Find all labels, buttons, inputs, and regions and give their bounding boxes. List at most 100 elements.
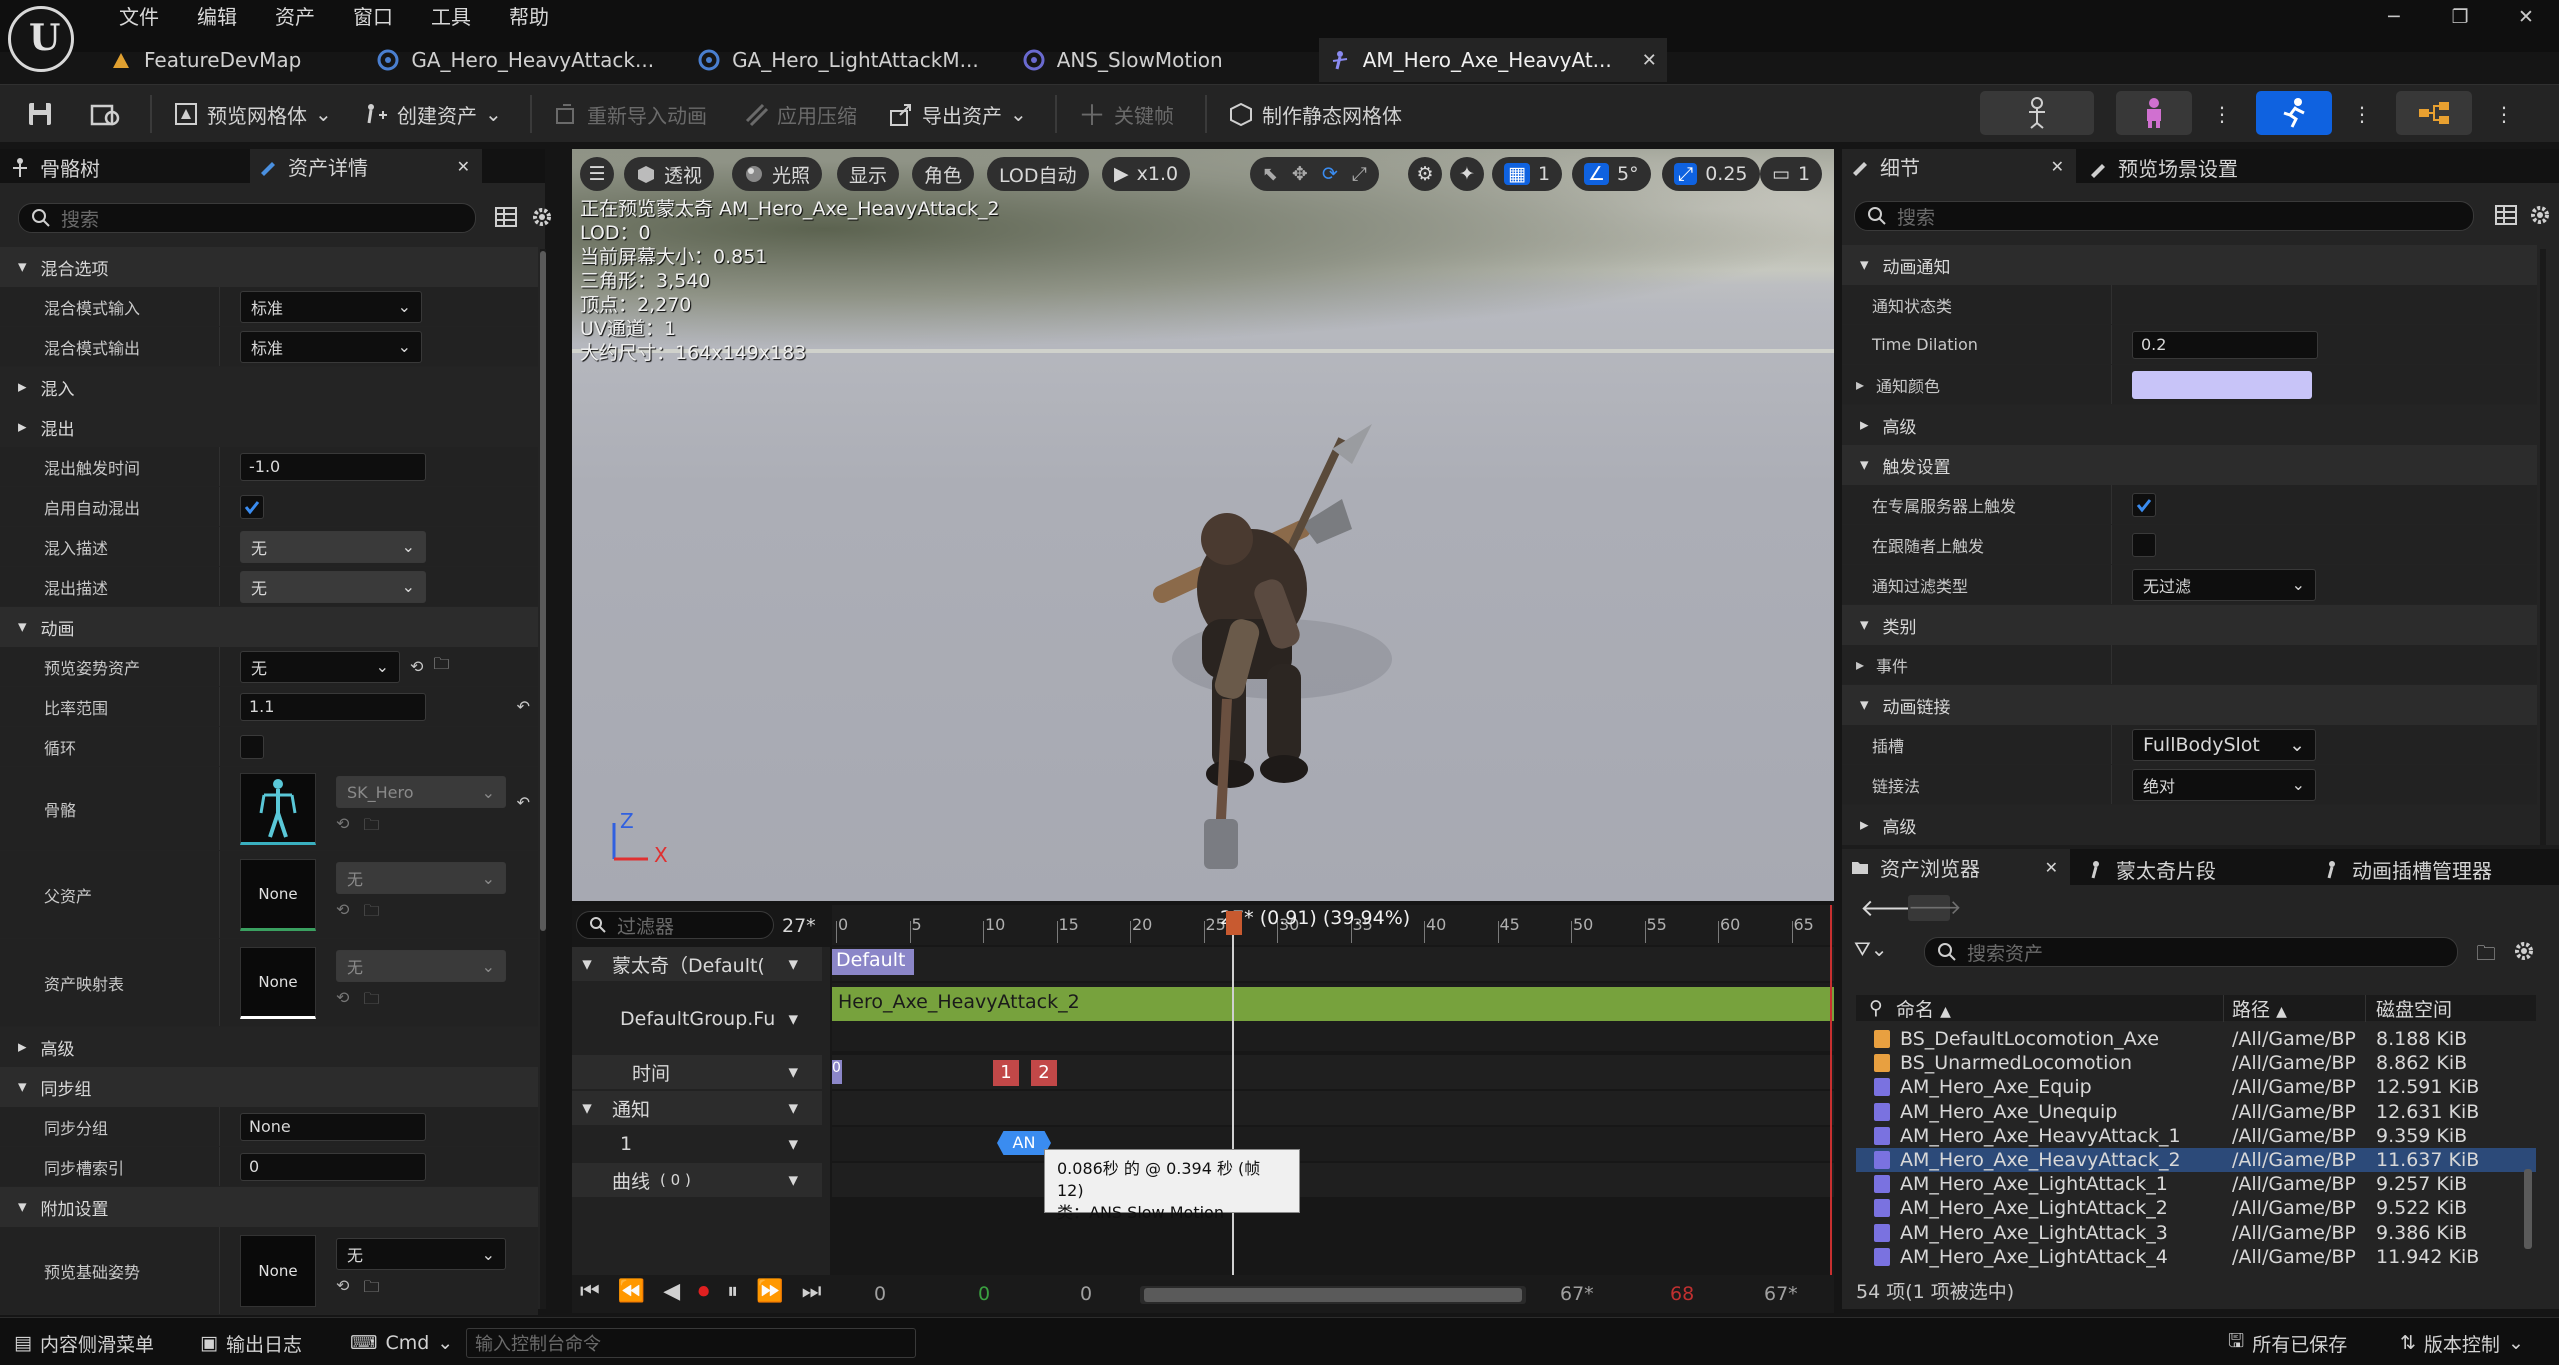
keyframe-button[interactable]: ＋ 关键帧 <box>1070 93 1182 135</box>
blend-out-desc-dropdown[interactable]: 无 ⌄ <box>240 570 426 603</box>
viewport-menu-icon[interactable]: ☰ <box>580 157 614 191</box>
category-blend-out[interactable]: ▸ 混出 <box>0 407 538 447</box>
asset-mapping-dropdown[interactable]: 无 ⌄ <box>336 950 506 982</box>
current-value[interactable]: 0 <box>1080 1283 1092 1305</box>
auto-blend-out-checkbox[interactable] <box>240 494 264 519</box>
category-advanced[interactable]: ▸ 高级 <box>0 1027 538 1067</box>
dropdown-arrow-icon[interactable]: ▾ <box>788 1097 798 1119</box>
tab-ga-hero-heavyattack[interactable]: GA_Hero_HeavyAttack... <box>367 38 672 82</box>
total-frames-value[interactable]: 67* <box>1764 1283 1798 1305</box>
asset-row[interactable]: AM_Hero_Axe_LightAttack_4/All/Game/BP 11.… <box>1856 1245 2536 1269</box>
asset-row[interactable]: AM_Hero_Axe_LightAttack_3/All/Game/BP 9.3… <box>1856 1221 2536 1245</box>
time-marker-1[interactable]: 1 <box>993 1060 1019 1086</box>
scrollbar-thumb[interactable] <box>540 251 546 931</box>
browse-folder-icon[interactable]: 🗀 <box>363 814 379 841</box>
camera-speed[interactable]: ▭ 1 <box>1760 157 1823 191</box>
create-asset-button[interactable]: 创建资产 ⌄ <box>355 93 510 135</box>
current-frame-display[interactable]: 27* <box>782 915 816 937</box>
unreal-logo-icon[interactable]: U <box>8 6 74 72</box>
blueprint-mode-button[interactable] <box>2396 91 2472 135</box>
blend-mode-out-dropdown[interactable]: 标准 ⌄ <box>240 330 422 363</box>
timeline-filter-input[interactable]: 过滤器 <box>576 911 774 939</box>
rotation-snap[interactable]: ∠ 5° <box>1572 157 1651 191</box>
view-end-value[interactable]: 67* <box>1560 1283 1594 1305</box>
table-view-icon[interactable] <box>494 205 518 229</box>
dropdown-arrow-icon[interactable]: ▾ <box>788 953 798 975</box>
more-options-icon[interactable]: ⋮ <box>2486 93 2522 135</box>
use-selected-icon[interactable]: ⟲ <box>336 1276 349 1303</box>
console-input[interactable]: 输入控制台命令 <box>466 1328 916 1358</box>
scrollbar-thumb[interactable] <box>2524 1169 2532 1249</box>
track-montage[interactable]: ▾ 蒙太奇（Default(▾ <box>572 947 822 981</box>
in-point-value[interactable]: 0 <box>978 1283 990 1305</box>
all-saved-status[interactable]: 🖫 所有已保存 <box>2228 1326 2347 1360</box>
skeleton-dropdown[interactable]: SK_Hero ⌄ <box>336 776 506 808</box>
parent-asset-dropdown[interactable]: 无 ⌄ <box>336 862 506 894</box>
more-options-icon[interactable]: ⋮ <box>2204 93 2240 135</box>
playhead-handle[interactable] <box>1226 911 1242 935</box>
use-selected-icon[interactable]: ⟲ <box>336 988 349 1015</box>
montage-section-default[interactable]: Default <box>832 949 914 975</box>
track-time[interactable]: 时间 ▾ <box>572 1055 822 1089</box>
menu-edit[interactable]: 编辑 <box>178 0 256 34</box>
close-icon[interactable]: ✕ <box>2493 0 2559 34</box>
use-selected-icon[interactable]: ⟲ <box>336 814 349 841</box>
asset-row[interactable]: AM_Hero_Axe_LightAttack_1/All/Game/BP 9.2… <box>1856 1172 2536 1196</box>
loop-checkbox[interactable] <box>240 734 264 759</box>
sync-slot-input[interactable]: 0 <box>240 1152 426 1181</box>
timeline-scrollbar[interactable] <box>1140 1286 1526 1304</box>
category-additive[interactable]: ▾ 附加设置 <box>0 1187 538 1227</box>
menu-file[interactable]: 文件 <box>100 0 178 34</box>
track-notify-1[interactable]: 1 ▾ <box>572 1127 822 1161</box>
world-local-icon[interactable]: ⚙ <box>1408 157 1442 191</box>
asset-row[interactable]: BS_UnarmedLocomotion/All/Game/BP 8.862 Ki… <box>1856 1051 2536 1075</box>
dropdown-arrow-icon[interactable]: ▾ <box>788 1169 798 1191</box>
translate-icon[interactable]: ✥ <box>1292 163 1308 185</box>
blend-mode-in-dropdown[interactable]: 标准 ⌄ <box>240 290 422 323</box>
preview-viewport[interactable]: ☰ 透视 光照 显示 角色 LOD自动 ▶ x1.0 ⬉ ✥ ⟳ ⤢ ⚙ ✦ ▦ 1… <box>572 149 1834 901</box>
track-notify[interactable]: ▾ 通知 ▾ <box>572 1091 822 1125</box>
asset-row[interactable]: AM_Hero_Axe_HeavyAttack_2/All/Game/BP 11.… <box>1856 1148 2536 1172</box>
preview-pose-dropdown[interactable]: 无 ⌄ <box>240 650 400 683</box>
category-blend-options[interactable]: ▾ 混合选项 <box>0 247 538 287</box>
rate-scale-input[interactable]: 1.1 <box>240 692 426 721</box>
search-input[interactable]: 搜索 <box>18 203 476 233</box>
dropdown-arrow-icon[interactable]: ▾ <box>788 1008 798 1030</box>
make-static-mesh-button[interactable]: 制作静态网格体 <box>1220 93 1410 135</box>
category-blend-in[interactable]: ▸ 混入 <box>0 367 538 407</box>
sync-group-input[interactable]: None <box>240 1112 426 1141</box>
view-start-value[interactable]: 0 <box>874 1283 886 1305</box>
asset-row[interactable]: BS_DefaultLocomotion_Axe/All/Game/BP 8.18… <box>1856 1027 2536 1051</box>
show-button[interactable]: 显示 <box>837 157 900 191</box>
more-options-icon[interactable]: ⋮ <box>2344 93 2380 135</box>
pause-icon[interactable]: ⏸ <box>727 1279 738 1304</box>
blend-out-trigger-input[interactable]: -1.0 <box>240 452 426 481</box>
notify-state-ans-slowmotion[interactable]: AN <box>997 1131 1051 1155</box>
dropdown-arrow-icon[interactable]: ▾ <box>788 1061 798 1083</box>
rotate-icon[interactable]: ⟳ <box>1322 163 1338 185</box>
mesh-mode-button[interactable] <box>2116 91 2192 135</box>
use-selected-icon[interactable]: ⟲ <box>336 900 349 927</box>
close-tab-icon[interactable]: ✕ <box>457 157 470 176</box>
record-icon[interactable]: ⏺ <box>698 1279 709 1304</box>
browse-folder-icon[interactable]: 🗀 <box>363 900 379 927</box>
menu-asset[interactable]: 资产 <box>256 0 334 34</box>
browse-folder-icon[interactable]: 🗀 <box>363 988 379 1015</box>
blend-in-desc-dropdown[interactable]: 无 ⌄ <box>240 530 426 563</box>
skeleton-thumbnail[interactable] <box>240 772 316 845</box>
perspective-button[interactable]: 透视 <box>624 157 715 191</box>
browse-icon[interactable] <box>82 93 130 135</box>
scrollbar-thumb[interactable] <box>1144 1288 1522 1302</box>
reimport-button[interactable]: 重新导入动画 <box>545 93 715 135</box>
select-icon[interactable]: ⬉ <box>1262 163 1278 185</box>
out-point-value[interactable]: 68 <box>1670 1283 1694 1305</box>
skip-to-start-icon[interactable]: ⏮ <box>580 1279 600 1304</box>
animation-mode-button[interactable] <box>2256 91 2332 135</box>
time-marker-2[interactable]: 2 <box>1031 1060 1057 1086</box>
browse-folder-icon[interactable]: 🗀 <box>363 1276 379 1303</box>
track-curves[interactable]: 曲线 ( 0 ) ▾ <box>572 1163 822 1197</box>
browse-folder-icon[interactable]: 🗀 <box>433 653 449 680</box>
skip-to-end-icon[interactable]: ⏭ <box>802 1279 822 1304</box>
settings-gear-icon[interactable] <box>530 205 554 229</box>
preview-base-pose-thumbnail[interactable]: None <box>240 1234 316 1307</box>
